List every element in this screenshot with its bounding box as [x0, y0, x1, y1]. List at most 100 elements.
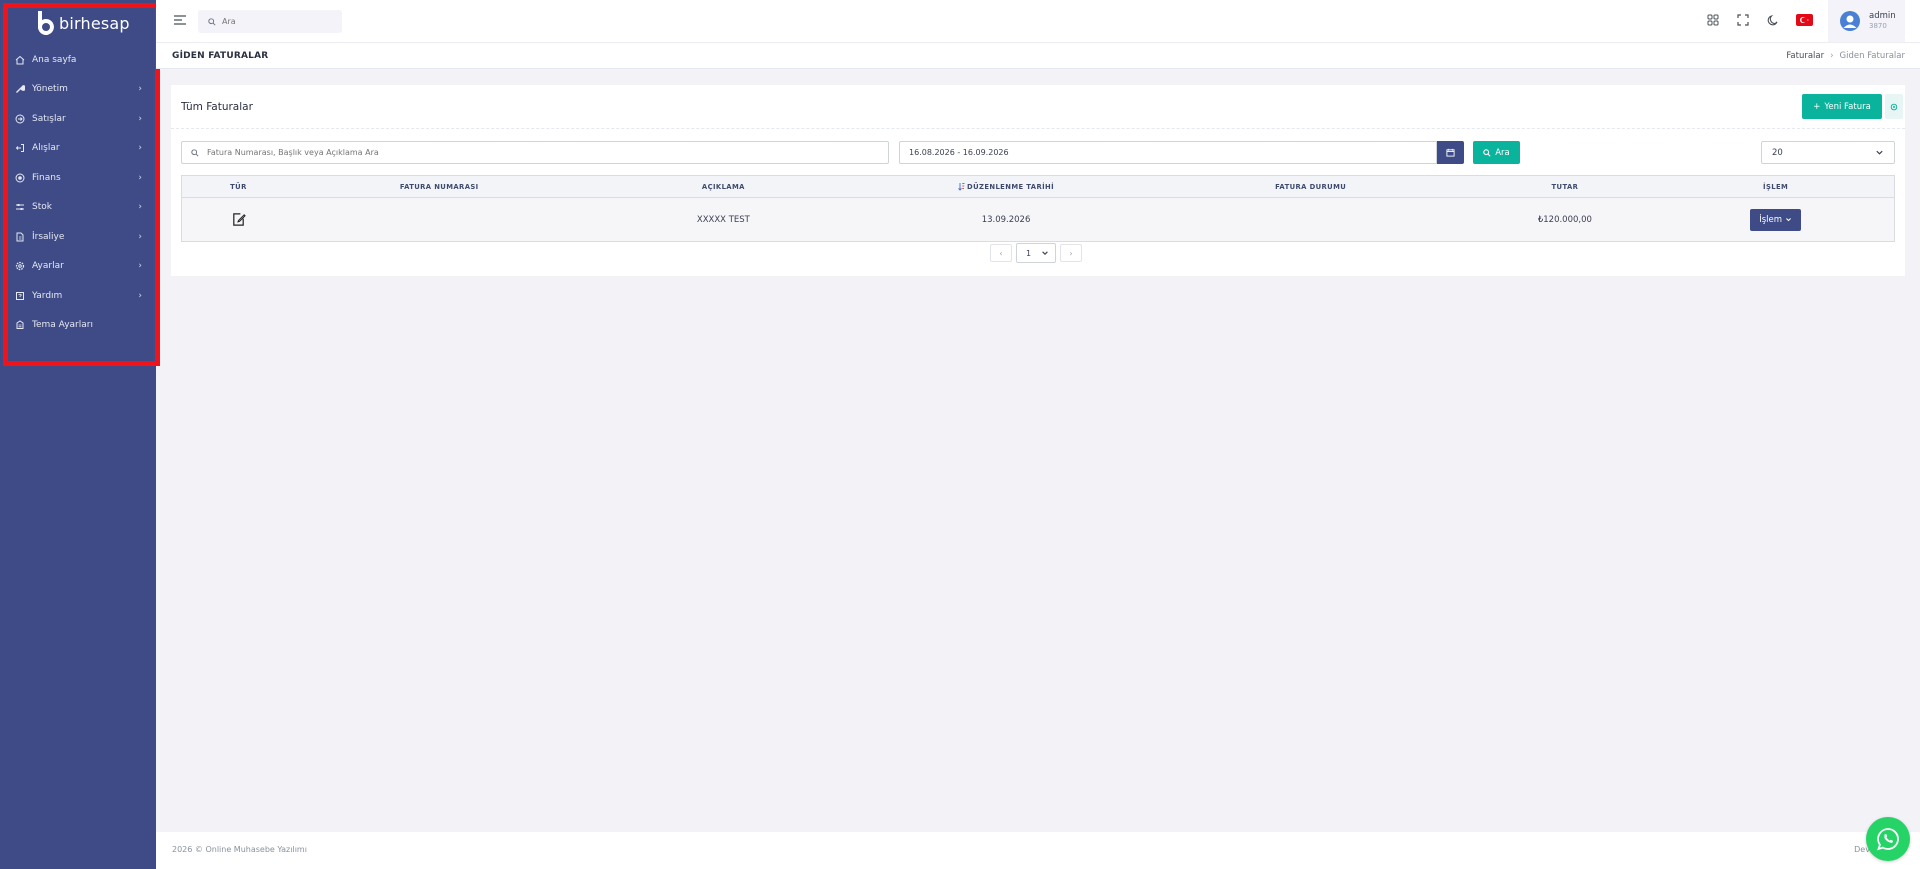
- global-search[interactable]: [198, 10, 342, 33]
- sidebar-nav: Ana sayfa Yönetim › Satışlar › Alışlar ›…: [0, 45, 156, 340]
- footer-copyright: 2026 © Online Muhasebe Yazılımı: [172, 845, 307, 854]
- chevron-down-icon: [1786, 218, 1792, 222]
- chevron-right-icon: ›: [138, 261, 142, 272]
- brand-name: birhesap: [59, 13, 130, 33]
- whatsapp-icon: [1877, 828, 1899, 851]
- gear-icon: [15, 261, 25, 271]
- chevron-right-icon: ›: [138, 113, 142, 124]
- gear-icon: [1890, 103, 1898, 110]
- invoices-table: TÜR FATURA NUMARASI AÇIKLAMA DÜZENLENME …: [181, 175, 1895, 242]
- file-icon: [15, 232, 25, 242]
- sidebar-item-label: İrsaliye: [32, 231, 65, 242]
- hamburger-menu-icon[interactable]: [174, 15, 186, 25]
- new-invoice-label: Yeni Fatura: [1824, 101, 1871, 112]
- action-dropdown-button[interactable]: İşlem: [1750, 208, 1802, 231]
- sidebar-item-stok[interactable]: Stok ›: [0, 193, 156, 223]
- chevron-right-icon: ›: [138, 84, 142, 95]
- edit-document-icon: [233, 213, 246, 226]
- cell-amount: ₺120.000,00: [1537, 214, 1592, 225]
- pagination: ‹ 1 ›: [990, 243, 1082, 263]
- column-header-aciklama[interactable]: AÇIKLAMA: [584, 183, 864, 191]
- logo-mark-icon: [38, 11, 54, 35]
- brand-logo[interactable]: birhesap: [34, 9, 130, 37]
- apps-grid-icon[interactable]: [1706, 13, 1719, 26]
- topbar-actions: [1706, 13, 1813, 26]
- breadcrumb-current: Giden Faturalar: [1839, 51, 1905, 61]
- home-icon: [15, 55, 25, 65]
- sliders-icon: [15, 202, 25, 212]
- chevron-right-icon: ›: [138, 143, 142, 154]
- chevron-right-icon: ›: [138, 231, 142, 242]
- action-label: İşlem: [1759, 214, 1783, 225]
- sidebar-item-label: Ana sayfa: [32, 54, 77, 65]
- sign-out-icon: [15, 143, 25, 153]
- current-page: 1: [1026, 248, 1032, 258]
- sidebar-item-ayarlar[interactable]: Ayarlar ›: [0, 252, 156, 282]
- page-size-select[interactable]: 20: [1761, 141, 1895, 164]
- sidebar-item-alislar[interactable]: Alışlar ›: [0, 134, 156, 164]
- sidebar-item-label: Yardım: [32, 290, 63, 301]
- turkish-flag-icon[interactable]: [1796, 13, 1813, 26]
- column-header-fatura-numarasi[interactable]: FATURA NUMARASI: [295, 183, 584, 191]
- sort-icon: [958, 183, 965, 191]
- invoice-filter-search[interactable]: [181, 141, 889, 164]
- breadcrumb-separator: ›: [1830, 51, 1834, 61]
- column-header-fatura-durumu[interactable]: FATURA DURUMU: [1149, 183, 1473, 191]
- settings-button[interactable]: [1885, 94, 1903, 119]
- column-header-tur[interactable]: TÜR: [182, 183, 295, 191]
- cell-action: İşlem: [1657, 208, 1894, 231]
- new-invoice-button[interactable]: + Yeni Fatura: [1802, 94, 1882, 119]
- sidebar-item-label: Ayarlar: [32, 261, 64, 272]
- column-header-duzenlenme-tarihi[interactable]: DÜZENLENME TARİHİ: [863, 182, 1149, 191]
- chevron-right-icon: ›: [138, 172, 142, 183]
- sidebar-item-label: Stok: [32, 202, 52, 213]
- search-input[interactable]: [222, 17, 332, 26]
- breadcrumb-faturalar[interactable]: Faturalar: [1786, 51, 1824, 61]
- calendar-icon: [1446, 148, 1455, 157]
- user-menu[interactable]: admin 3870: [1828, 0, 1905, 42]
- column-header-label: DÜZENLENME TARİHİ: [967, 182, 1055, 191]
- search-button-label: Ara: [1495, 147, 1510, 158]
- dark-mode-moon-icon[interactable]: [1766, 13, 1779, 26]
- user-info: admin 3870: [1869, 11, 1896, 30]
- page-select[interactable]: 1: [1016, 243, 1056, 263]
- prev-page-button[interactable]: ‹: [990, 244, 1012, 262]
- cell-type: [182, 212, 295, 227]
- chevron-right-icon: ›: [138, 202, 142, 213]
- table-row[interactable]: XXXXX TEST 13.09.2026 ₺120.000,00 İşlem: [182, 198, 1894, 241]
- palette-icon: [15, 320, 25, 330]
- sidebar-item-yardim[interactable]: Yardım ›: [0, 281, 156, 311]
- sidebar-item-satislar[interactable]: Satışlar ›: [0, 104, 156, 134]
- search-button[interactable]: Ara: [1473, 141, 1520, 164]
- page-title-bar: GİDEN FATURALAR Faturalar › Giden Fatura…: [156, 42, 1920, 69]
- sidebar-item-label: Alışlar: [32, 143, 60, 154]
- whatsapp-chat-button[interactable]: [1866, 817, 1910, 861]
- sidebar-item-label: Yönetim: [32, 84, 68, 95]
- sidebar-item-yonetim[interactable]: Yönetim ›: [0, 75, 156, 105]
- invoice-search-input[interactable]: [207, 148, 807, 157]
- sidebar-item-label: Satışlar: [32, 113, 66, 124]
- chevron-right-icon: ›: [138, 290, 142, 301]
- calendar-button[interactable]: [1437, 141, 1464, 164]
- column-header-tutar[interactable]: TUTAR: [1473, 183, 1658, 191]
- next-page-button[interactable]: ›: [1060, 244, 1082, 262]
- invoices-card: Tüm Faturalar + Yeni Fatura 16.08.2026 -…: [171, 85, 1905, 276]
- page-size-value: 20: [1772, 147, 1783, 158]
- fullscreen-icon[interactable]: [1736, 13, 1749, 26]
- user-id: 3870: [1869, 21, 1887, 30]
- sidebar-item-irsaliye[interactable]: İrsaliye ›: [0, 222, 156, 252]
- sidebar-item-ana-sayfa[interactable]: Ana sayfa: [0, 45, 156, 75]
- sidebar: birhesap Ana sayfa Yönetim › Satışlar › …: [0, 0, 156, 869]
- chevron-down-icon: [1042, 251, 1048, 255]
- coin-icon: [15, 173, 25, 183]
- card-title: Tüm Faturalar: [181, 101, 253, 113]
- date-range-input[interactable]: 16.08.2026 - 16.09.2026: [899, 141, 1437, 164]
- sidebar-item-finans[interactable]: Finans ›: [0, 163, 156, 193]
- search-icon: [1483, 148, 1491, 157]
- help-book-icon: [15, 291, 25, 301]
- page-title: GİDEN FATURALAR: [172, 51, 269, 61]
- wrench-icon: [15, 84, 25, 94]
- breadcrumb: Faturalar › Giden Faturalar: [1786, 51, 1905, 61]
- plus-icon: +: [1813, 101, 1821, 112]
- sidebar-item-tema-ayarlari[interactable]: Tema Ayarları: [0, 311, 156, 341]
